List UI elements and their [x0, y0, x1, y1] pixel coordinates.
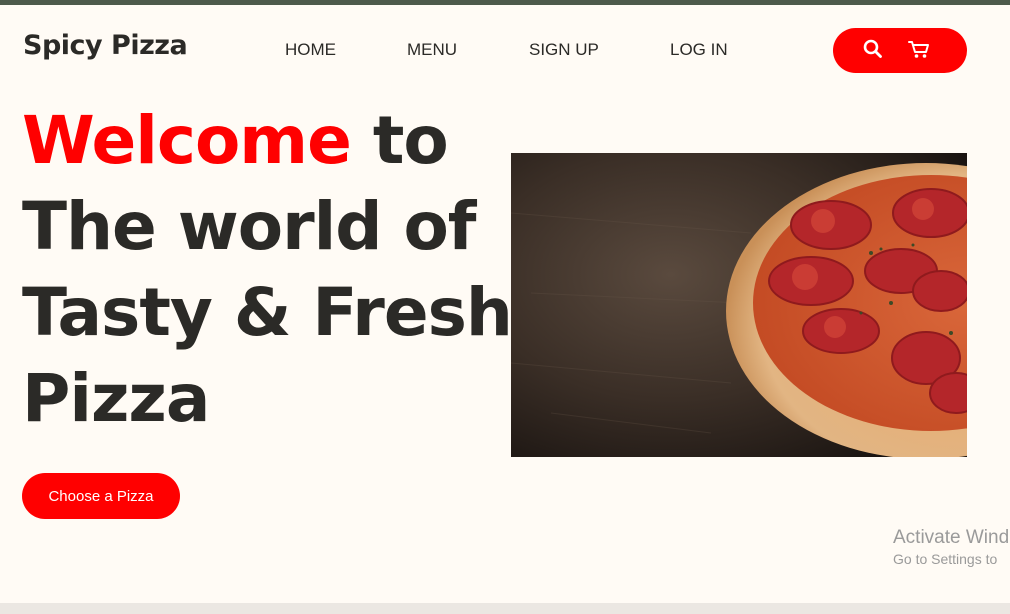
- choose-pizza-button[interactable]: Choose a Pizza: [22, 473, 180, 519]
- top-border-strip: [0, 0, 1010, 5]
- nav-item-home[interactable]: HOME: [285, 40, 336, 60]
- watermark-line-1: Activate Wind: [893, 527, 1010, 548]
- bottom-edge-strip: [0, 603, 1010, 614]
- search-icon[interactable]: [862, 38, 884, 64]
- nav-item-menu[interactable]: MENU: [407, 40, 457, 60]
- hero-heading-to: to: [350, 102, 449, 179]
- cart-icon[interactable]: [907, 38, 931, 64]
- hero-heading-line-3: Tasty & Fresh: [22, 274, 513, 351]
- pizza-hero-image: [511, 153, 967, 457]
- nav-item-sign-up[interactable]: SIGN UP: [529, 40, 599, 60]
- header-actions: [833, 28, 967, 73]
- windows-activation-watermark: Activate Wind Go to Settings to: [893, 527, 1009, 567]
- site-logo[interactable]: Spicy Pizza: [23, 30, 188, 61]
- hero-heading: Welcome to The world of Tasty & Fresh Pi…: [22, 98, 513, 442]
- hero-heading-line-2: The world of: [22, 188, 477, 265]
- hero-heading-accent: Welcome: [22, 102, 352, 179]
- nav-item-log-in[interactable]: LOG IN: [670, 40, 728, 60]
- hero-heading-line-4: Pizza: [22, 360, 210, 437]
- watermark-line-2: Go to Settings to: [893, 551, 998, 567]
- hero-heading-line-1: Welcome to: [22, 98, 512, 184]
